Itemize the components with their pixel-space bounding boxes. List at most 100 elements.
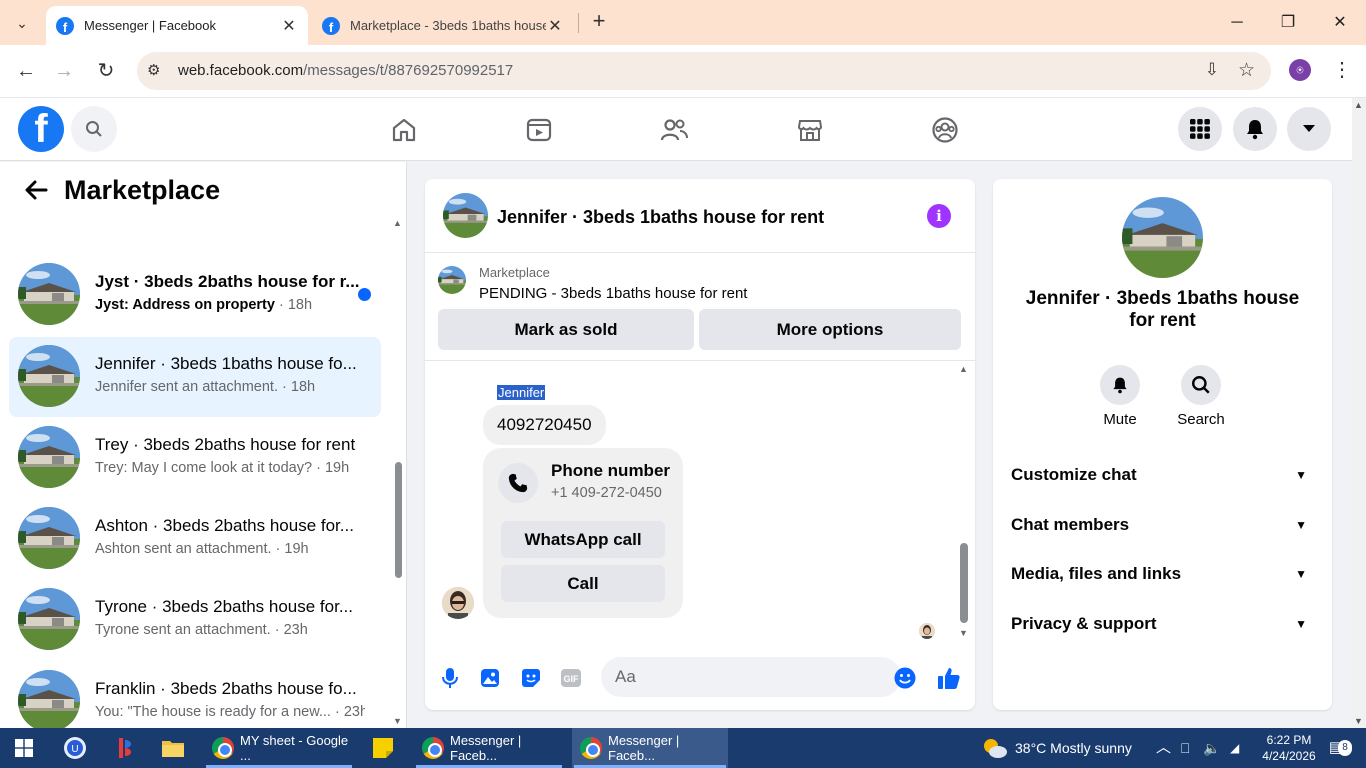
tab-messenger[interactable]: f Messenger | Facebook ✕ (46, 6, 308, 45)
emoji-icon[interactable] (892, 665, 918, 691)
mark-as-sold-button[interactable]: Mark as sold (438, 309, 694, 350)
conversation-title: Franklin · 3beds 2baths house fo... (95, 679, 357, 698)
wifi-icon[interactable]: ◢ (1230, 728, 1239, 768)
video-icon (526, 118, 552, 142)
forward-button[interactable]: → (50, 57, 78, 85)
close-window-button[interactable]: ✕ (1325, 8, 1355, 38)
conversation-preview: Trey: May I come look at it today? · 19h (95, 460, 350, 476)
address-bar[interactable]: ⚙ web.facebook.com/messages/t/8876925709… (137, 52, 1271, 90)
network-tray-icon[interactable]: ⎕ (1181, 728, 1189, 768)
svg-text:GIF: GIF (564, 674, 580, 684)
bookmark-star-icon[interactable]: ☆ (1238, 59, 1255, 82)
file-explorer-icon[interactable] (159, 734, 187, 762)
chevron-down-icon: ▼ (1295, 518, 1307, 532)
facebook-favicon-icon: f (56, 16, 74, 35)
nav-video[interactable] (523, 114, 555, 146)
nav-marketplace[interactable] (794, 114, 826, 146)
privacy-support-section[interactable]: Privacy & support ▼ (1011, 609, 1313, 639)
notifications-button[interactable] (1233, 107, 1277, 151)
search-button[interactable] (71, 106, 117, 152)
chat-title[interactable]: Jennifer · 3beds 1baths house for rent (497, 207, 824, 228)
whatsapp-call-button[interactable]: WhatsApp call (501, 521, 665, 558)
back-arrow-icon[interactable] (22, 176, 50, 204)
page-scrollbar[interactable]: ▲ ▼ (1352, 98, 1366, 728)
nav-groups[interactable] (929, 114, 961, 146)
tool-app-icon[interactable] (110, 734, 138, 762)
account-button[interactable] (1287, 107, 1331, 151)
conversation-item[interactable]: Jennifer · 3beds 1baths house fo... Jenni… (9, 337, 381, 417)
weather-text[interactable]: 38°C Mostly sunny (1015, 728, 1132, 768)
listing-status[interactable]: PENDING - 3beds 1baths house for rent (479, 285, 747, 302)
gif-icon[interactable]: GIF (558, 665, 584, 691)
conversation-item[interactable]: Ashton · 3beds 2baths house for... Ashton… (9, 499, 381, 579)
url-text[interactable]: web.facebook.com/messages/t/887692570992… (178, 62, 513, 79)
chevron-down-icon: ▼ (1295, 567, 1307, 581)
weather-icon[interactable] (981, 734, 1009, 762)
conversation-time: 19h (324, 460, 350, 476)
browser-menu-icon[interactable]: ⋮ (1332, 57, 1352, 82)
conversation-title: Jennifer · 3beds 1baths house fo... (95, 354, 357, 373)
phone-icon (498, 463, 538, 503)
tab-search-dropdown-icon[interactable]: ⌄ (8, 9, 36, 37)
nav-friends[interactable] (658, 114, 690, 146)
media-files-links-section[interactable]: Media, files and links ▼ (1011, 559, 1313, 589)
sender-avatar[interactable] (442, 587, 474, 619)
minimize-button[interactable]: ─ (1222, 8, 1252, 38)
taskbar-app-sheet[interactable]: MY sheet - Google ... (204, 728, 354, 768)
customize-chat-section[interactable]: Customize chat ▼ (1011, 460, 1313, 490)
new-tab-button[interactable]: + (587, 10, 611, 34)
back-button[interactable]: ← (12, 57, 40, 85)
info-icon[interactable]: i (927, 204, 951, 228)
photo-icon[interactable] (477, 665, 503, 691)
nav-home[interactable] (388, 114, 420, 146)
restore-button[interactable]: ❐ (1273, 8, 1303, 38)
conversation-item[interactable]: Trey · 3beds 2baths house for rent Trey: … (9, 418, 381, 498)
chat-members-section[interactable]: Chat members ▼ (1011, 510, 1313, 540)
profile-photo[interactable] (1122, 197, 1203, 278)
conversation-avatar (18, 507, 80, 569)
conversation-item[interactable]: Franklin · 3beds 2baths house fo... You: … (9, 662, 381, 728)
thread-scrollbar[interactable]: ▲ ▼ (957, 362, 971, 638)
message-bubble[interactable]: 4092720450 (483, 405, 606, 445)
vpn-app-icon[interactable]: U (61, 734, 89, 762)
conversation-item[interactable]: Jyst · 3beds 2baths house for r... Jyst: … (9, 255, 381, 335)
site-info-icon[interactable]: ⚙ (147, 61, 160, 79)
microphone-icon[interactable] (437, 665, 463, 691)
windows-start-icon[interactable] (10, 734, 38, 762)
menu-button[interactable] (1178, 107, 1222, 151)
mute-label: Mute (1103, 411, 1137, 428)
sticker-icon[interactable] (518, 665, 544, 691)
message-input[interactable]: Aa (601, 657, 901, 697)
sticky-notes-icon[interactable] (369, 734, 397, 762)
volume-icon[interactable]: 🔈 (1203, 728, 1220, 768)
conversation-avatar (18, 670, 80, 728)
close-tab-icon[interactable]: ✕ (546, 16, 564, 36)
tab-marketplace[interactable]: f Marketplace - 3beds 1baths house ✕ (312, 6, 574, 45)
more-options-button[interactable]: More options (699, 309, 961, 350)
search-action[interactable]: Search (1171, 365, 1231, 428)
chrome-icon (580, 737, 602, 759)
conversation-item[interactable]: Tyrone · 3beds 2baths house for... Tyrone… (9, 580, 381, 660)
conversation-avatar (18, 263, 80, 325)
chat-avatar[interactable] (443, 193, 488, 238)
profile-avatar[interactable]: ⍟ (1289, 59, 1311, 81)
close-tab-icon[interactable]: ✕ (280, 16, 298, 36)
taskbar-app-messenger-1[interactable]: Messenger | Faceb... (414, 728, 564, 768)
clock[interactable]: 6:22 PM 4/24/2026 (1258, 728, 1320, 768)
like-thumb-icon[interactable] (936, 665, 962, 691)
mute-action[interactable]: Mute (1090, 365, 1150, 428)
facebook-logo[interactable]: f (18, 106, 64, 152)
list-scrollbar[interactable]: ▲ ▼ (392, 214, 405, 728)
install-app-icon[interactable]: ⇩ (1205, 60, 1219, 80)
card-title: Phone number (551, 461, 671, 480)
reload-button[interactable]: ↻ (92, 57, 120, 85)
call-button[interactable]: Call (501, 565, 665, 602)
search-icon (86, 121, 102, 137)
message-thread: Jennifer 4092720450 Phone number +1 409-… (425, 362, 975, 642)
taskbar-app-messenger-2[interactable]: Messenger | Faceb... (572, 728, 728, 768)
message-composer: GIF Aa (425, 649, 975, 705)
conversation-preview: You: "The house is ready for a new... · … (95, 704, 365, 720)
listing-thumbnail[interactable] (438, 266, 466, 294)
search-icon (1192, 376, 1210, 394)
tray-chevron-icon[interactable]: ︿ (1156, 728, 1171, 768)
